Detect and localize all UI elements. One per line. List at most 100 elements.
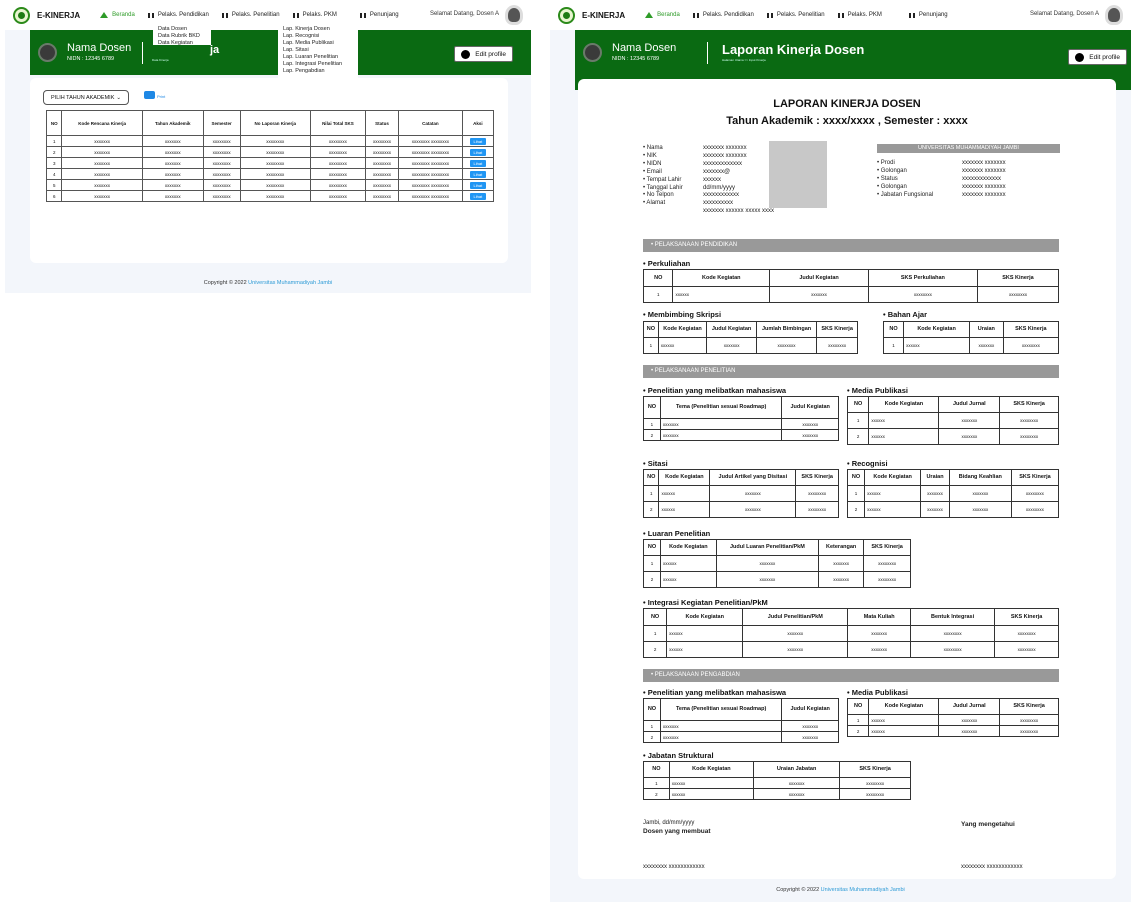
lihat-button[interactable]: Lihat — [469, 137, 487, 145]
table-cell: xxxxxxx — [709, 485, 797, 502]
lihat-button[interactable]: Lihat — [469, 148, 487, 156]
table-cell: xxxxxxxx — [867, 286, 978, 303]
header-row: NO Kode Kegiatan Judul Jurnal SKS Kinerja — [846, 396, 1059, 413]
edit-profile-button[interactable]: Edit profile — [454, 46, 513, 62]
menu-item[interactable]: Data Dosen — [158, 26, 206, 33]
table-cell: xxxxxxxx — [309, 179, 366, 191]
nav-penelitian[interactable]: Pelaks. Penelitian — [766, 12, 825, 18]
chevron-down-icon: ⌄ — [116, 94, 121, 101]
column-header: SKS Kinerja — [1002, 321, 1060, 338]
nav-pkm[interactable]: Pelaks. PKM — [837, 12, 882, 18]
nav-pkm[interactable]: Pelaks. PKM — [292, 12, 337, 18]
table-cell: 1 — [642, 286, 674, 303]
footer-link[interactable]: Universitas Muhammadiyah Jambi — [248, 280, 332, 286]
menu-item[interactable]: Lap. Luaran Penelitian — [283, 54, 353, 61]
table-cell: xxxxxxxx — [795, 485, 839, 502]
table-row: 1 xxxxxx xxxxxxx xxxxxxx xxxxxxxx — [643, 555, 911, 572]
identity-label: • Email — [643, 168, 662, 175]
univ-label: • Golongan — [877, 167, 907, 174]
column-header: NO — [643, 698, 661, 721]
table-cell: xxxxxxx — [659, 731, 783, 743]
avatar[interactable] — [505, 5, 523, 25]
table-cell: 3 — [45, 157, 63, 169]
column-header: Status — [364, 110, 400, 136]
laporan-document: LAPORAN KINERJA DOSEN Tahun Akademik : x… — [578, 79, 1116, 879]
column-header: Judul Jurnal — [938, 698, 1001, 715]
menu-item[interactable]: Lap. Media Publikasi — [283, 40, 353, 47]
edit-profile-button[interactable]: Edit profile — [1068, 49, 1127, 65]
nav-penelitian[interactable]: Pelaks. Penelitian — [221, 12, 280, 18]
column-header: Kode Kegiatan — [672, 269, 771, 287]
column-header: Judul Penelitian/PkM — [742, 608, 849, 626]
table-cell: 1 — [643, 777, 670, 789]
table-cell: xxxxxxx — [742, 625, 849, 642]
lihat-button[interactable]: Lihat — [469, 181, 487, 189]
table-cell: xxxxxxxx — [910, 641, 996, 658]
table-row: 1 xxxxxx xxxxxxx xxxxxxx xxxxxxxx xxxxxxxx — [642, 625, 1059, 642]
nav-beranda[interactable]: Beranda — [100, 12, 135, 18]
menu-item[interactable]: Lap. Kinerja Dosen — [283, 26, 353, 33]
table-cell: xxxxxxxx — [239, 168, 311, 180]
page-subtitle: Halaman Utama >> Input Kinerja — [722, 58, 766, 62]
h-pen-mhs2: • Penelitian yang melibatkan mahasiswa — [643, 688, 787, 697]
avatar[interactable] — [1105, 5, 1123, 25]
table-cell: 1 — [846, 412, 870, 429]
top-nav: E-KINERJA Beranda Pelaks. Pendidikan Pel… — [5, 0, 531, 30]
univ-value: xxxxxxx xxxxxxx — [962, 167, 1006, 174]
table-cell: xxxxxxxx — [202, 135, 241, 147]
footer: Copyright © 2022 Universitas Muhammadiya… — [776, 887, 905, 893]
footer-link[interactable]: Universitas Muhammadiyah Jambi — [821, 887, 905, 893]
table-row: 2 xxxxxx xxxxxxx xxxxxxx xxxxxxxx — [643, 571, 911, 588]
table-cell: xxxxxxxx — [910, 625, 996, 642]
nav-pendidikan[interactable]: Pelaks. Pendidikan — [147, 12, 209, 18]
brand[interactable]: E-KINERJA — [37, 11, 80, 20]
menu-item[interactable]: Lap. Recognisi — [283, 33, 353, 40]
lihat-button[interactable]: Lihat — [469, 159, 487, 167]
menu-item[interactable]: Data Kegiatan — [158, 40, 206, 47]
profile-photo — [769, 141, 827, 208]
menu-item[interactable]: Lap. Integrasi Penelitian — [283, 61, 353, 68]
column-header: SKS Kinerja — [999, 698, 1059, 715]
column-header: Catatan — [398, 110, 463, 136]
column-header: Kode Kegiatan — [868, 396, 940, 413]
table-cell: xxxxxxxx xxxxxxxx — [398, 190, 463, 202]
table-cell: xxxxxxxx — [1010, 501, 1060, 518]
table-cell: xxxxxxx — [659, 418, 783, 430]
table-cell: xxxxxxx — [753, 777, 841, 789]
table-cell: xxxxxx — [864, 485, 922, 502]
identity-value: xxxxxxx xxxxxxx — [703, 145, 747, 151]
column-header: Kode Kegiatan — [868, 698, 940, 715]
tahun-select[interactable]: PILIH TAHUN AKADEMIK ⌄ — [43, 90, 129, 105]
table-cell: xxxxxxxx — [202, 146, 241, 158]
table-row: 1 xxxxxx xxxxxxx xxxxxxxx — [643, 777, 911, 789]
table-cell: xxxxxxx — [920, 485, 950, 502]
identity-label: • Nama — [643, 145, 663, 151]
grid-icon — [908, 12, 915, 18]
nav-beranda[interactable]: Beranda — [645, 12, 680, 18]
brand[interactable]: E-KINERJA — [582, 11, 625, 20]
column-header: Semester — [202, 110, 241, 136]
print-button[interactable]: Print — [144, 91, 165, 99]
column-header: Kode Kegiatan — [668, 761, 755, 778]
table-media: NO Kode Kegiatan Judul Jurnal SKS Kinerja 1 x… — [846, 396, 1059, 445]
table-cell: 2 — [643, 788, 670, 800]
lihat-button[interactable]: Lihat — [469, 170, 487, 178]
nav-pendidikan[interactable]: Pelaks. Pendidikan — [692, 12, 754, 18]
menu-item[interactable]: Lap. Pengabdian — [283, 68, 353, 75]
nav-penunjang[interactable]: Penunjang — [908, 12, 948, 18]
column-header: Judul Jurnal — [938, 396, 1001, 413]
identity-value: xxxxxxxxxx — [703, 200, 733, 207]
h-sitasi: • Sitasi — [643, 459, 668, 468]
menu-item[interactable]: Lap. Sitasi — [283, 47, 353, 54]
table-cell: xxxxxxxx xxxxxxxx — [398, 146, 463, 158]
nav-penunjang[interactable]: Penunjang — [359, 12, 399, 18]
table-cell: xxxxxxx — [781, 429, 839, 441]
right-screen: E-KINERJA Beranda Pelaks. Pendidikan Pel… — [550, 0, 1131, 902]
home-icon — [100, 12, 109, 18]
table-cell: xxxxxxxx — [863, 571, 911, 588]
menu-item[interactable]: Data Rubrik BKD — [158, 33, 206, 40]
table-cell: xxxxxxx — [61, 190, 143, 202]
lihat-button[interactable]: Lihat — [469, 192, 487, 200]
kinerja-table-wrap: NO Kode Rencana Kinerja Tahun Akademik Seme… — [45, 110, 495, 202]
univ-value: xxxxxxx xxxxxxx — [962, 183, 1006, 190]
